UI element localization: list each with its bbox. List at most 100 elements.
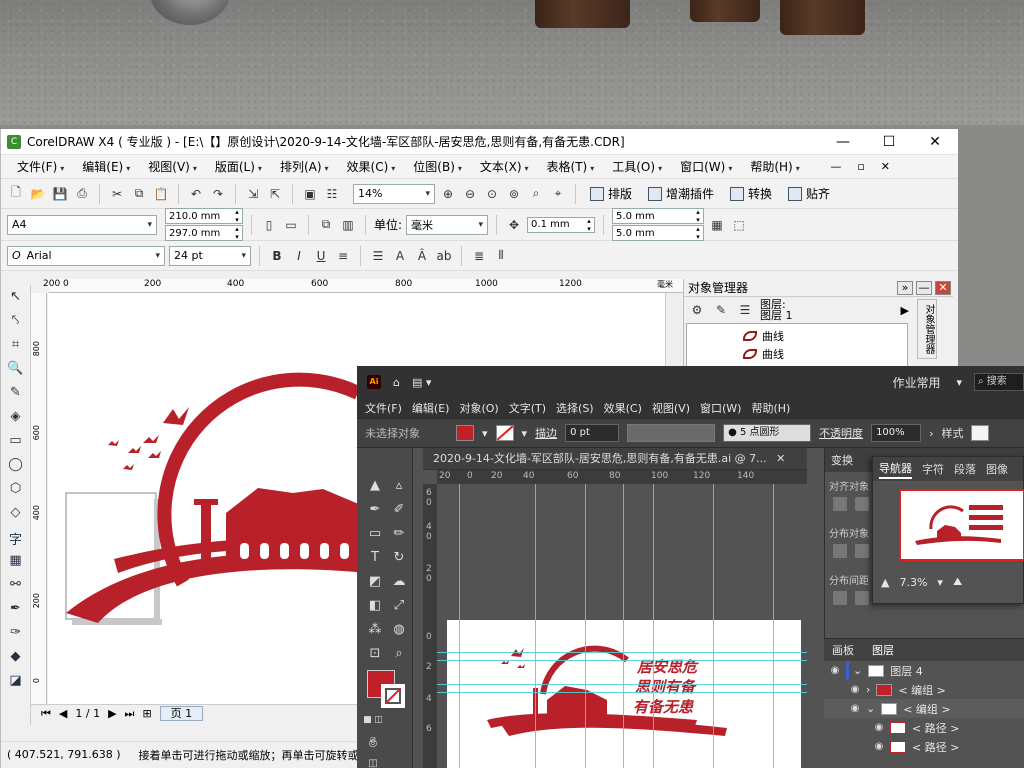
- align-icon[interactable]: ≡: [334, 247, 352, 265]
- guide[interactable]: [437, 692, 807, 693]
- expand-chevron-icon[interactable]: ⌄: [853, 664, 862, 677]
- visibility-eye-icon[interactable]: ◉: [868, 741, 890, 752]
- layer-row[interactable]: ◉ ⌄ 图层 4: [824, 661, 1024, 680]
- new-icon[interactable]: 🗋: [7, 185, 25, 203]
- guide[interactable]: [585, 484, 586, 768]
- menu-layout[interactable]: 版面(L): [205, 158, 270, 175]
- table-tool-icon[interactable]: ▦: [5, 553, 27, 572]
- type-tool-icon[interactable]: T: [365, 548, 385, 568]
- menu-tools[interactable]: 工具(O): [602, 158, 670, 175]
- nudge-field[interactable]: 0.1 mm: [527, 216, 596, 233]
- landscape-icon[interactable]: ▭: [282, 216, 300, 234]
- tab-layers[interactable]: 图层: [872, 642, 894, 658]
- free-transform-icon[interactable]: ⤢: [389, 596, 409, 616]
- tab-transform[interactable]: 变换: [831, 452, 853, 468]
- menu-text[interactable]: 文本(X): [470, 158, 537, 175]
- zoom-in-mountain-icon[interactable]: ⛰: [953, 575, 962, 589]
- ai-menu-effect[interactable]: 效果(C): [604, 400, 642, 416]
- guide[interactable]: [437, 660, 807, 661]
- ai-menu-edit[interactable]: 编辑(E): [412, 400, 450, 416]
- italic-icon[interactable]: I: [290, 247, 308, 265]
- text-tool-icon[interactable]: 字: [5, 529, 27, 548]
- expand-chevron-icon[interactable]: ⌄: [866, 702, 875, 715]
- pencil-tool-icon[interactable]: ✏: [389, 524, 409, 544]
- app-launcher-icon[interactable]: ▣: [301, 185, 319, 203]
- portrait-icon[interactable]: ▯: [260, 216, 278, 234]
- pen-tool-icon[interactable]: ✒: [365, 500, 385, 520]
- zoom-selected-icon[interactable]: ⊙: [483, 185, 501, 203]
- paste-align-button[interactable]: 贴齐: [782, 185, 836, 202]
- artboard[interactable]: 居安思危 思则有备 有备无患: [447, 620, 801, 768]
- layer-row[interactable]: ◉ › < 编组 >: [824, 680, 1024, 699]
- close-tab-icon[interactable]: ✕: [776, 452, 785, 465]
- ai-menu-help[interactable]: 帮助(H): [751, 400, 790, 416]
- opacity-field[interactable]: 100%: [871, 424, 922, 442]
- prev-page-icon[interactable]: ◀: [59, 707, 67, 720]
- guide[interactable]: [653, 484, 654, 768]
- zoom-all-icon[interactable]: ⊚: [505, 185, 523, 203]
- visibility-eye-icon[interactable]: ◉: [824, 665, 846, 676]
- plugins-button[interactable]: 增潮插件: [642, 185, 720, 202]
- fill-dropdown-icon[interactable]: ▾: [482, 427, 488, 440]
- save-icon[interactable]: 💾: [51, 185, 69, 203]
- vertical-text-icon[interactable]: ⦀: [492, 247, 510, 265]
- smart-fill-icon[interactable]: ◈: [5, 409, 27, 428]
- paste-icon[interactable]: 📋: [152, 185, 170, 203]
- draw-mode-icon[interactable]: ◎ ◫: [363, 734, 383, 768]
- zoom-page-icon[interactable]: ⌕: [527, 185, 545, 203]
- menu-window[interactable]: 窗口(W): [670, 158, 740, 175]
- opacity-arrow-icon[interactable]: ›: [929, 427, 933, 440]
- workspace-switcher[interactable]: 作业常用: [892, 374, 940, 391]
- zoom-select[interactable]: 14% ▾: [353, 183, 435, 204]
- navigator-thumbnail[interactable]: [899, 489, 1024, 561]
- tree-item[interactable]: 曲线: [743, 346, 784, 362]
- menu-effects[interactable]: 效果(C): [337, 158, 404, 175]
- docker-close-icon[interactable]: ✕: [935, 280, 951, 295]
- doc-close-icon[interactable]: ✕: [881, 160, 890, 173]
- zoom-out-icon[interactable]: ⊖: [461, 185, 479, 203]
- edit-text-icon[interactable]: ab: [435, 247, 453, 265]
- warp-tool-icon[interactable]: ☁: [389, 572, 409, 592]
- rotate-tool-icon[interactable]: ↻: [389, 548, 409, 568]
- menu-arrange[interactable]: 排列(A): [270, 158, 337, 175]
- last-page-icon[interactable]: ⏭: [125, 707, 135, 721]
- layer-row[interactable]: ◉ < 路径 >: [824, 718, 1024, 737]
- duplicate-y-field[interactable]: 5.0 mm: [612, 225, 705, 241]
- home-icon[interactable]: ⌂: [393, 376, 400, 389]
- tab-navigator[interactable]: 导航器: [879, 460, 912, 479]
- font-size-select[interactable]: 24 pt ▾: [169, 245, 251, 266]
- guide[interactable]: [623, 484, 624, 768]
- style-swatch[interactable]: [971, 425, 990, 441]
- stroke-weight-field[interactable]: 0 pt: [565, 424, 620, 442]
- shape-tool-icon[interactable]: ⤣: [5, 313, 27, 332]
- tab-image[interactable]: 图像: [986, 461, 1008, 477]
- zoom-width-icon[interactable]: ⌖: [549, 185, 567, 203]
- symbol-sprayer-icon[interactable]: ⁂: [365, 620, 385, 640]
- ai-menu-type[interactable]: 文字(T): [509, 400, 546, 416]
- tab-character[interactable]: 字符: [922, 461, 944, 477]
- layer-manager-icon[interactable]: ☰: [736, 301, 754, 319]
- document-tab[interactable]: 2020-9-14-文化墙-军区部队-居安思危,思则有备,有备无患.ai @ 7…: [423, 448, 807, 470]
- stroke-swatch[interactable]: [495, 425, 514, 441]
- bold-icon[interactable]: B: [268, 247, 286, 265]
- print-icon[interactable]: ⎙: [73, 185, 91, 203]
- menu-table[interactable]: 表格(T): [537, 158, 603, 175]
- outline-tool-icon[interactable]: ✑: [5, 625, 27, 644]
- char-format-icon[interactable]: Â: [413, 247, 431, 265]
- ai-menu-window[interactable]: 窗口(W): [700, 400, 741, 416]
- variable-width-select[interactable]: [627, 424, 716, 442]
- menu-view[interactable]: 视图(V): [138, 158, 205, 175]
- page-height-field[interactable]: 297.0 mm: [165, 225, 243, 241]
- menu-file[interactable]: 文件(F): [7, 158, 72, 175]
- treat-as-filled-icon[interactable]: ▦: [708, 216, 726, 234]
- maximize-button[interactable]: ☐: [866, 134, 912, 150]
- brush-select[interactable]: ● 5 点圆形: [723, 424, 812, 442]
- arrange-documents-icon[interactable]: ▤ ▾: [412, 376, 431, 389]
- bounding-box-icon[interactable]: ⬚: [730, 216, 748, 234]
- zoom-tool-icon[interactable]: 🔍: [5, 361, 27, 380]
- convert-button[interactable]: 转换: [724, 185, 778, 202]
- expand-chevron-icon[interactable]: ›: [866, 683, 870, 696]
- direct-selection-tool-icon[interactable]: ▵: [389, 476, 409, 496]
- polygon-tool-icon[interactable]: ⬡: [5, 481, 27, 500]
- all-pages-icon[interactable]: ⧉: [317, 216, 335, 234]
